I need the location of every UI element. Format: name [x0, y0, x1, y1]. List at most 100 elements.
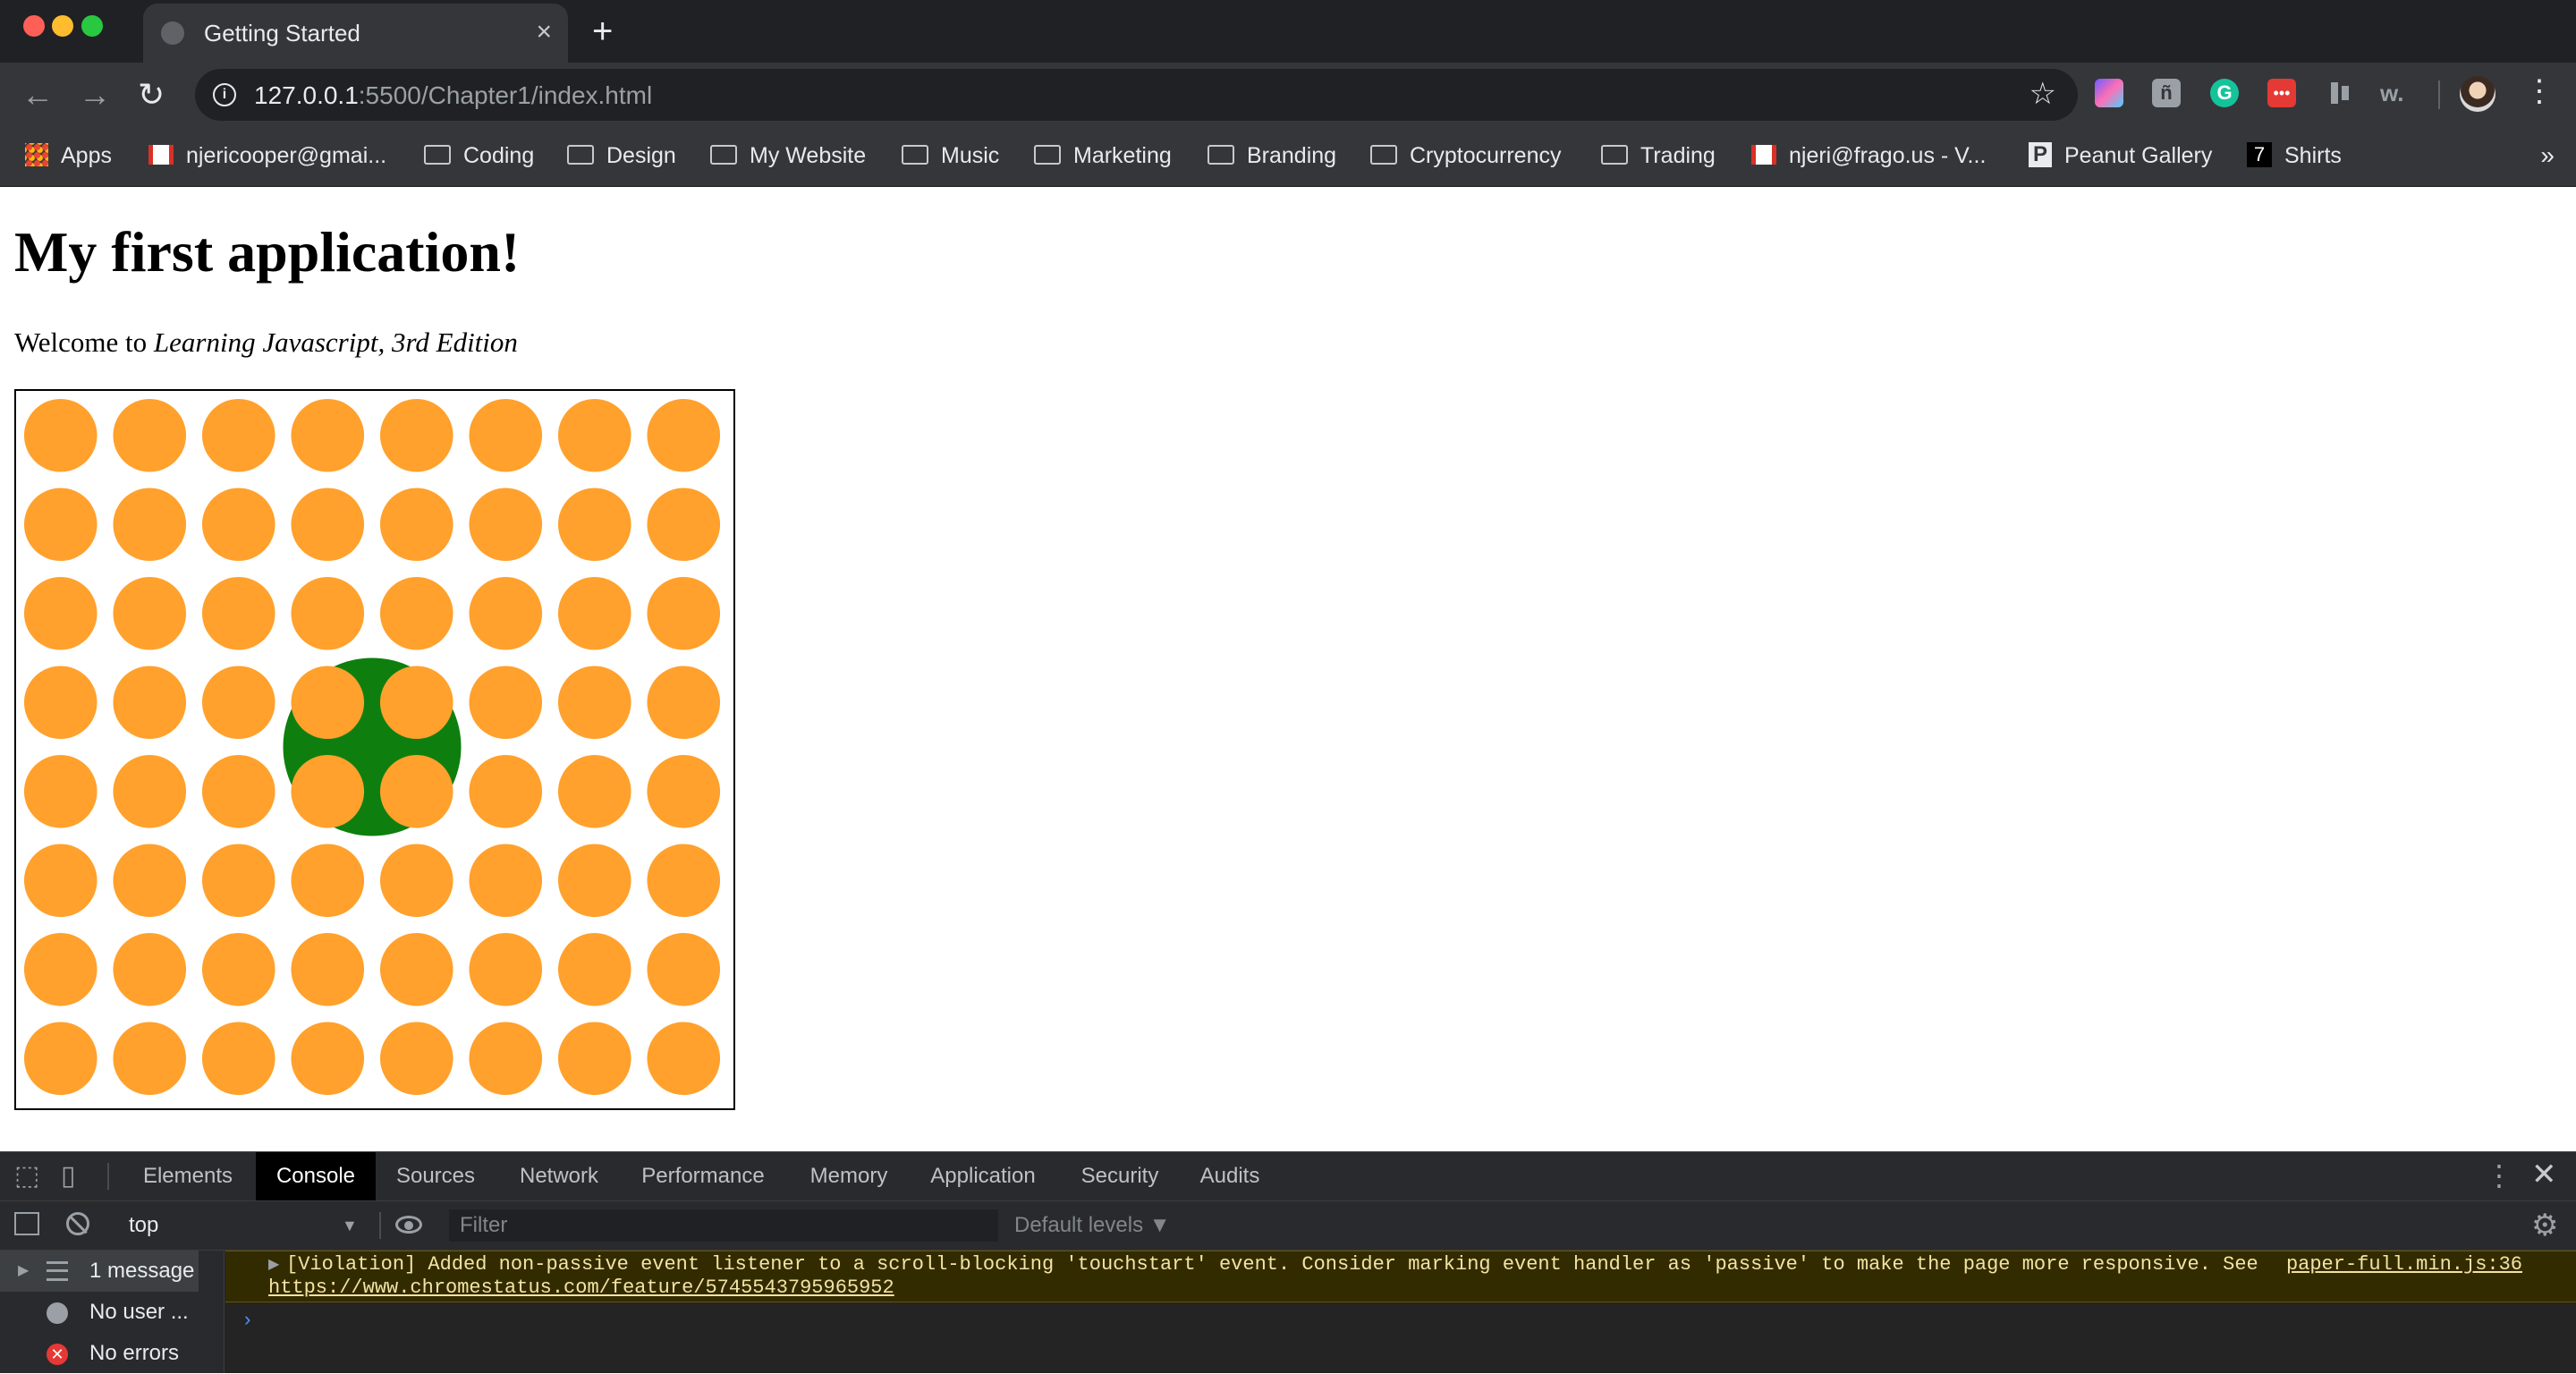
grid-dot [557, 932, 631, 1006]
window-close-button[interactable] [23, 15, 45, 37]
context-select[interactable]: top [116, 1201, 367, 1250]
peanut-gallery-icon: P [2029, 142, 2052, 168]
url-host: 127.0.0.1 [254, 81, 359, 109]
window-maximize-button[interactable] [81, 15, 103, 37]
sidebar-item-user-messages[interactable]: No user ... [0, 1292, 224, 1333]
tab-application[interactable]: Application [921, 1152, 1045, 1200]
log-levels-select[interactable]: Default levels ▼ [1014, 1201, 1171, 1250]
browser-tab[interactable]: Getting Started × [143, 4, 568, 63]
extension-icon[interactable] [2327, 79, 2356, 107]
tab-network[interactable]: Network [506, 1152, 612, 1200]
grid-dot [647, 398, 721, 472]
address-bar[interactable]: i 127.0.0.1:5500/Chapter1/index.html ☆ [195, 69, 2078, 121]
bookmark-folder-design[interactable]: Design [567, 140, 676, 172]
bookmark-gmail[interactable]: njericooper@gmai... [148, 140, 386, 172]
grid-dot [379, 398, 453, 472]
sidebar-item-messages[interactable]: ▶ 1 message [0, 1251, 199, 1292]
tab-security[interactable]: Security [1070, 1152, 1170, 1200]
source-link[interactable]: paper-full.min.js:36 [2286, 1253, 2522, 1276]
folder-icon [1208, 145, 1234, 165]
grid-dot [647, 576, 721, 650]
extension-icon[interactable] [2095, 79, 2123, 107]
grid-dot [201, 488, 275, 562]
bookmark-folder-trading[interactable]: Trading [1601, 140, 1716, 172]
grid-dot [113, 844, 187, 918]
extension-icon[interactable]: ñ [2152, 79, 2181, 107]
bookmark-folder-marketing[interactable]: Marketing [1034, 140, 1172, 172]
bookmark-folder-cryptocurrency[interactable]: Cryptocurrency [1370, 140, 1562, 172]
welcome-text: Welcome to Learning Javascript, 3rd Edit… [14, 327, 518, 358]
bookmark-folder-music[interactable]: Music [902, 140, 999, 172]
chromestatus-link[interactable]: https://www.chromestatus.com/feature/574… [268, 1276, 894, 1299]
grid-dot [379, 844, 453, 918]
shirts-icon: 7 [2247, 142, 2272, 168]
device-toolbar-icon[interactable]: ▯ [61, 1163, 76, 1190]
bookmark-folder-branding[interactable]: Branding [1208, 140, 1336, 172]
bookmark-folder-my-website[interactable]: My Website [710, 140, 866, 172]
console-warning-message[interactable]: ▶ [Violation] Added non-passive event li… [225, 1251, 2576, 1302]
sidebar-toggle-icon[interactable] [14, 1212, 39, 1235]
page-title: My first application! [14, 220, 521, 284]
folder-icon [710, 145, 737, 165]
grid-dot [113, 666, 187, 740]
bookmark-apps[interactable]: Apps [25, 140, 112, 172]
grid-dot [469, 754, 543, 828]
grid-dot [379, 932, 453, 1006]
grid-dot [291, 576, 365, 650]
bookmark-peanut-gallery[interactable]: P Peanut Gallery [2029, 140, 2212, 172]
eye-icon[interactable] [395, 1216, 422, 1234]
tab-title: Getting Started [204, 20, 360, 47]
bookmark-folder-coding[interactable]: Coding [424, 140, 534, 172]
grid-dot [469, 1022, 543, 1096]
console-toolbar: top ▼ Default levels ▼ ⚙ [0, 1201, 2576, 1251]
grammarly-icon[interactable]: G [2210, 79, 2239, 107]
extension-icon[interactable]: ••• [2267, 79, 2296, 107]
url-text[interactable]: 127.0.0.1:5500/Chapter1/index.html [254, 81, 652, 110]
divider [107, 1163, 109, 1190]
tab-performance[interactable]: Performance [633, 1152, 773, 1200]
console-output: ▶ [Violation] Added non-passive event li… [225, 1251, 2576, 1373]
star-icon[interactable]: ☆ [2029, 76, 2056, 112]
forward-arrow-icon[interactable]: → [79, 77, 111, 113]
extension-icon[interactable]: w. [2380, 79, 2409, 107]
warning-text: [Violation] Added non-passive event list… [286, 1253, 2258, 1276]
close-icon[interactable]: ✕ [2531, 1159, 2557, 1190]
grid-dot [23, 398, 97, 472]
grid-dot [291, 488, 365, 562]
kebab-menu-icon[interactable]: ⋮ [2485, 1161, 2513, 1190]
reload-icon[interactable]: ↻ [138, 77, 165, 113]
filter-input[interactable] [449, 1209, 998, 1242]
drawing-canvas[interactable] [14, 389, 735, 1110]
sidebar-item-errors[interactable]: ✕ No errors [0, 1333, 224, 1374]
tab-audits[interactable]: Audits [1191, 1152, 1268, 1200]
bookmark-gmail-frago[interactable]: njeri@frago.us - V... [1751, 140, 1986, 172]
back-arrow-icon[interactable]: ← [21, 77, 54, 113]
url-path: :5500/Chapter1/index.html [358, 81, 653, 109]
console-prompt[interactable]: › [242, 1310, 253, 1332]
tab-console[interactable]: Console [256, 1152, 376, 1200]
info-icon[interactable]: i [213, 83, 236, 106]
clear-console-icon[interactable] [66, 1212, 89, 1235]
chevron-right-icon[interactable]: ▶ [268, 1255, 279, 1273]
window-minimize-button[interactable] [52, 15, 73, 37]
gear-icon[interactable]: ⚙ [2531, 1210, 2558, 1241]
devtools-panel: ⬚ ▯ Elements Console Sources Network Per… [0, 1151, 2576, 1373]
tab-elements[interactable]: Elements [132, 1152, 243, 1200]
divider [379, 1212, 381, 1239]
tab-memory[interactable]: Memory [800, 1152, 898, 1200]
bookmarks-overflow-button[interactable]: » [2540, 140, 2555, 172]
grid-dot [113, 754, 187, 828]
bookmark-shirts[interactable]: 7 Shirts [2247, 140, 2342, 172]
avatar[interactable] [2460, 76, 2496, 112]
new-tab-button[interactable]: + [592, 11, 613, 52]
grid-dot [379, 576, 453, 650]
kebab-menu-icon[interactable]: ⋮ [2524, 73, 2555, 109]
chevron-right-icon[interactable]: ▶ [18, 1251, 29, 1292]
folder-icon [1034, 145, 1061, 165]
chevron-down-icon: ▼ [342, 1217, 358, 1234]
tab-sources[interactable]: Sources [385, 1152, 487, 1200]
inspect-element-icon[interactable]: ⬚ [14, 1163, 39, 1190]
tab-close-icon[interactable]: × [536, 16, 552, 48]
grid-dot [23, 932, 97, 1006]
list-icon [47, 1261, 68, 1281]
